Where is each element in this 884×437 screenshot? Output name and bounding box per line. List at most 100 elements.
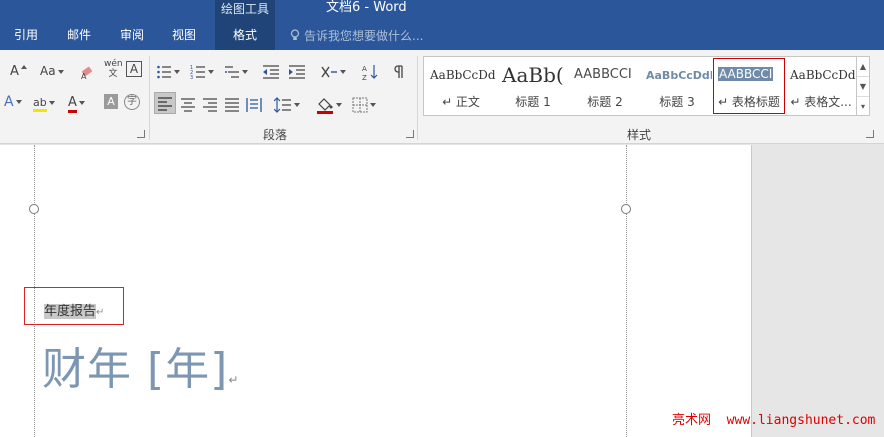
svg-text:3: 3: [190, 75, 193, 80]
chevron-down-icon: [78, 100, 85, 105]
sort-button[interactable]: AZ: [362, 61, 378, 81]
more-icon: ▾: [860, 102, 865, 111]
align-left-button[interactable]: [154, 92, 176, 114]
shading-button[interactable]: [316, 94, 342, 114]
gallery-scroll: ▲ ▼ ▾: [857, 56, 870, 116]
multilevel-list-button[interactable]: [224, 61, 248, 81]
pilcrow-icon: [394, 64, 403, 78]
gallery-more-button[interactable]: ▾: [857, 97, 869, 117]
char-border-button[interactable]: A: [126, 61, 142, 77]
lightbulb-icon: [290, 29, 300, 40]
report-title-paragraph[interactable]: 年度报告↵: [44, 300, 104, 319]
heading-text: 财年 [年]: [42, 344, 229, 395]
bullets-button[interactable]: [156, 61, 180, 81]
align-right-button[interactable]: [202, 94, 218, 114]
borders-icon: [352, 97, 368, 112]
style-table-text[interactable]: AaBbCcDd ↵ 表格文...: [786, 59, 856, 113]
increase-indent-button[interactable]: [288, 61, 306, 81]
textbox-guide-right: [626, 145, 627, 437]
svg-text:A: A: [362, 65, 367, 73]
borders-button[interactable]: [352, 94, 376, 114]
font-color-button[interactable]: A: [68, 92, 85, 113]
watermark-url: www.liangshunet.com: [726, 413, 876, 428]
chevron-down-icon: [294, 102, 300, 107]
enclose-char-button[interactable]: 字: [124, 94, 140, 110]
chevron-down-icon: ▼: [859, 82, 867, 91]
style-preview: AABBCCI: [718, 67, 774, 81]
style-heading-2[interactable]: AABBCCI 标题 2: [570, 59, 640, 113]
tab-review[interactable]: 审阅: [120, 22, 144, 50]
style-preview: AaBb(: [502, 63, 564, 87]
char-shading-button[interactable]: A: [104, 94, 118, 109]
distribute-icon: [246, 97, 262, 112]
chevron-down-icon: [174, 69, 180, 74]
resize-handle-left[interactable]: [29, 204, 39, 214]
style-preview: AaBbCcDdE: [646, 69, 712, 82]
justify-button[interactable]: [224, 94, 240, 114]
asian-layout-icon: [321, 66, 337, 77]
title-bar: 绘图工具 文档6 - Word: [0, 0, 884, 22]
chevron-down-icon: [57, 69, 64, 74]
decrease-indent-button[interactable]: [262, 61, 280, 81]
line-spacing-button[interactable]: [274, 94, 300, 114]
highlight-button[interactable]: ab: [33, 92, 55, 112]
document-page[interactable]: 年度报告↵ 财年 [年]↵: [0, 145, 752, 437]
resize-handle-right[interactable]: [621, 204, 631, 214]
style-preview: AaBbCcDd: [430, 68, 496, 82]
style-heading-1[interactable]: AaBb( 标题 1: [498, 59, 568, 113]
styles-gallery: AaBbCcDd ↵ 正文 AaBb( 标题 1 AABBCCI 标题 2 Aa…: [423, 56, 857, 116]
styles-dialog-launcher[interactable]: [866, 130, 874, 138]
font-dialog-launcher[interactable]: [137, 130, 145, 138]
svg-text:Z: Z: [362, 74, 367, 81]
group-separator: [149, 56, 150, 140]
gallery-up-button[interactable]: ▲: [857, 57, 869, 77]
show-marks-button[interactable]: [393, 61, 405, 81]
gallery-down-button[interactable]: ▼: [857, 77, 869, 97]
caret-up-icon: [20, 65, 27, 69]
style-name: ↵ 表格文...: [790, 95, 852, 109]
svg-text:A: A: [81, 72, 87, 80]
phonetic-guide-button[interactable]: wén 文: [104, 59, 123, 79]
chevron-down-icon: [48, 100, 55, 105]
style-table-title[interactable]: AABBCCI ↵ 表格标题: [713, 58, 785, 114]
multilevel-list-icon: [225, 65, 239, 78]
tab-view[interactable]: 视图: [172, 22, 196, 50]
change-case-button[interactable]: Aa: [40, 61, 64, 81]
style-name: 标题 1: [515, 95, 551, 109]
decrease-indent-icon: [263, 64, 279, 79]
fiscal-year-heading[interactable]: 财年 [年]↵: [42, 333, 239, 397]
group-separator: [417, 56, 418, 140]
paragraph-dialog-launcher[interactable]: [406, 130, 414, 138]
tab-mailings[interactable]: 邮件: [67, 22, 91, 50]
increase-indent-icon: [289, 64, 305, 79]
numbered-list-icon: 123: [190, 65, 205, 80]
paragraph-group-label: 段落: [263, 128, 288, 142]
grow-font-button[interactable]: A: [10, 61, 27, 81]
eraser-icon: A: [81, 66, 93, 80]
text-effects-button[interactable]: A: [4, 92, 22, 112]
document-area: 年度报告↵ 财年 [年]↵ 亮术网 www.liangshunet.com: [0, 145, 884, 437]
font-color-label: A: [68, 95, 77, 113]
paragraph-mark: ↵: [96, 307, 105, 318]
style-heading-3[interactable]: AaBbCcDdE 标题 3: [642, 59, 712, 113]
chevron-down-icon: [336, 102, 342, 107]
paint-bucket-icon: [317, 97, 333, 114]
sort-icon: AZ: [362, 64, 378, 81]
contextual-tab-label: 绘图工具: [215, 0, 275, 22]
chevron-down-icon: [370, 102, 376, 107]
chevron-down-icon: [15, 100, 22, 104]
styles-group-label: 样式: [627, 128, 652, 142]
tab-references[interactable]: 引用: [14, 22, 38, 50]
asian-layout-button[interactable]: [320, 61, 346, 81]
distributed-button[interactable]: [246, 94, 262, 114]
ribbon-tabs: 引用 邮件 审阅 视图 格式: [0, 22, 884, 50]
clear-format-button[interactable]: A: [80, 61, 96, 81]
grow-font-label: A: [10, 64, 19, 79]
line-spacing-icon: [274, 96, 291, 113]
tell-me-box[interactable]: 告诉我您想要做什么...: [290, 22, 423, 50]
style-normal[interactable]: AaBbCcDd ↵ 正文: [426, 59, 496, 113]
tab-format[interactable]: 格式: [215, 22, 275, 50]
selected-text: 年度报告: [44, 304, 97, 319]
align-center-button[interactable]: [180, 94, 196, 114]
numbering-button[interactable]: 123: [190, 61, 214, 81]
